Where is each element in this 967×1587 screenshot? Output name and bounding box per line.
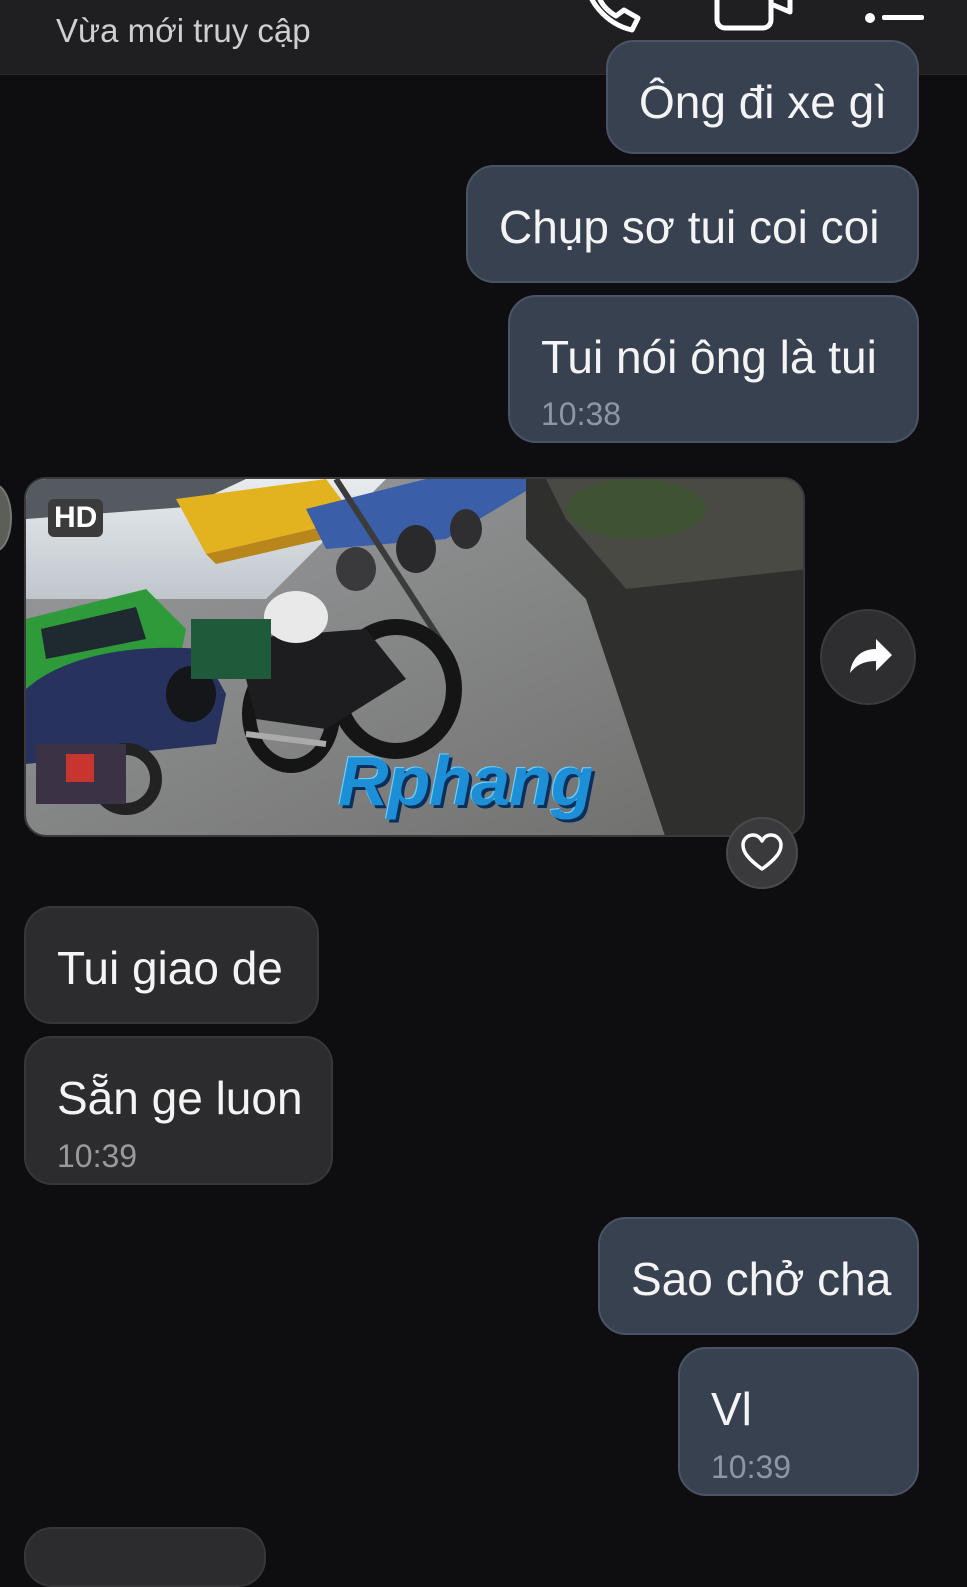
sender-avatar[interactable] <box>0 484 12 552</box>
message-bubble-incoming-partial[interactable] <box>24 1527 266 1587</box>
online-status: Vừa mới truy cập <box>56 12 311 49</box>
message-text: Ông đi xe gì <box>639 76 888 128</box>
message-bubble-outgoing[interactable]: Tui nói ông là tui 10:38 <box>508 295 919 443</box>
share-arrow-icon <box>850 639 892 673</box>
message-text: Chụp sơ tui coi coi <box>499 201 880 253</box>
heart-icon <box>741 833 783 871</box>
message-bubble-incoming[interactable]: Tui giao de <box>24 906 319 1024</box>
photo-message[interactable]: HD Rphang <box>24 477 805 837</box>
reaction-button[interactable] <box>726 817 798 889</box>
message-text: Sẵn ge luon <box>57 1072 303 1124</box>
message-text: Sao chở cha <box>631 1253 892 1305</box>
message-text: Tui giao de <box>57 942 283 994</box>
share-button[interactable] <box>820 609 916 705</box>
phone-icon[interactable] <box>580 0 644 34</box>
menu-list-icon[interactable] <box>862 0 928 34</box>
message-timestamp: 10:39 <box>711 1449 792 1485</box>
message-text: Vl <box>711 1383 752 1435</box>
video-call-icon[interactable] <box>714 0 794 34</box>
message-bubble-incoming[interactable]: Sẵn ge luon 10:39 <box>24 1036 333 1185</box>
message-bubble-outgoing[interactable]: Sao chở cha <box>598 1217 919 1335</box>
message-bubble-outgoing[interactable]: Ông đi xe gì <box>606 40 919 154</box>
message-bubble-outgoing[interactable]: Vl 10:39 <box>678 1347 919 1496</box>
message-timestamp: 10:39 <box>57 1138 138 1174</box>
message-bubble-outgoing[interactable]: Chụp sơ tui coi coi <box>466 165 919 283</box>
photo-watermark: Rphang <box>338 742 594 820</box>
message-text: Tui nói ông là tui <box>541 331 877 383</box>
message-timestamp: 10:38 <box>541 396 622 432</box>
hd-badge: HD <box>48 499 104 537</box>
